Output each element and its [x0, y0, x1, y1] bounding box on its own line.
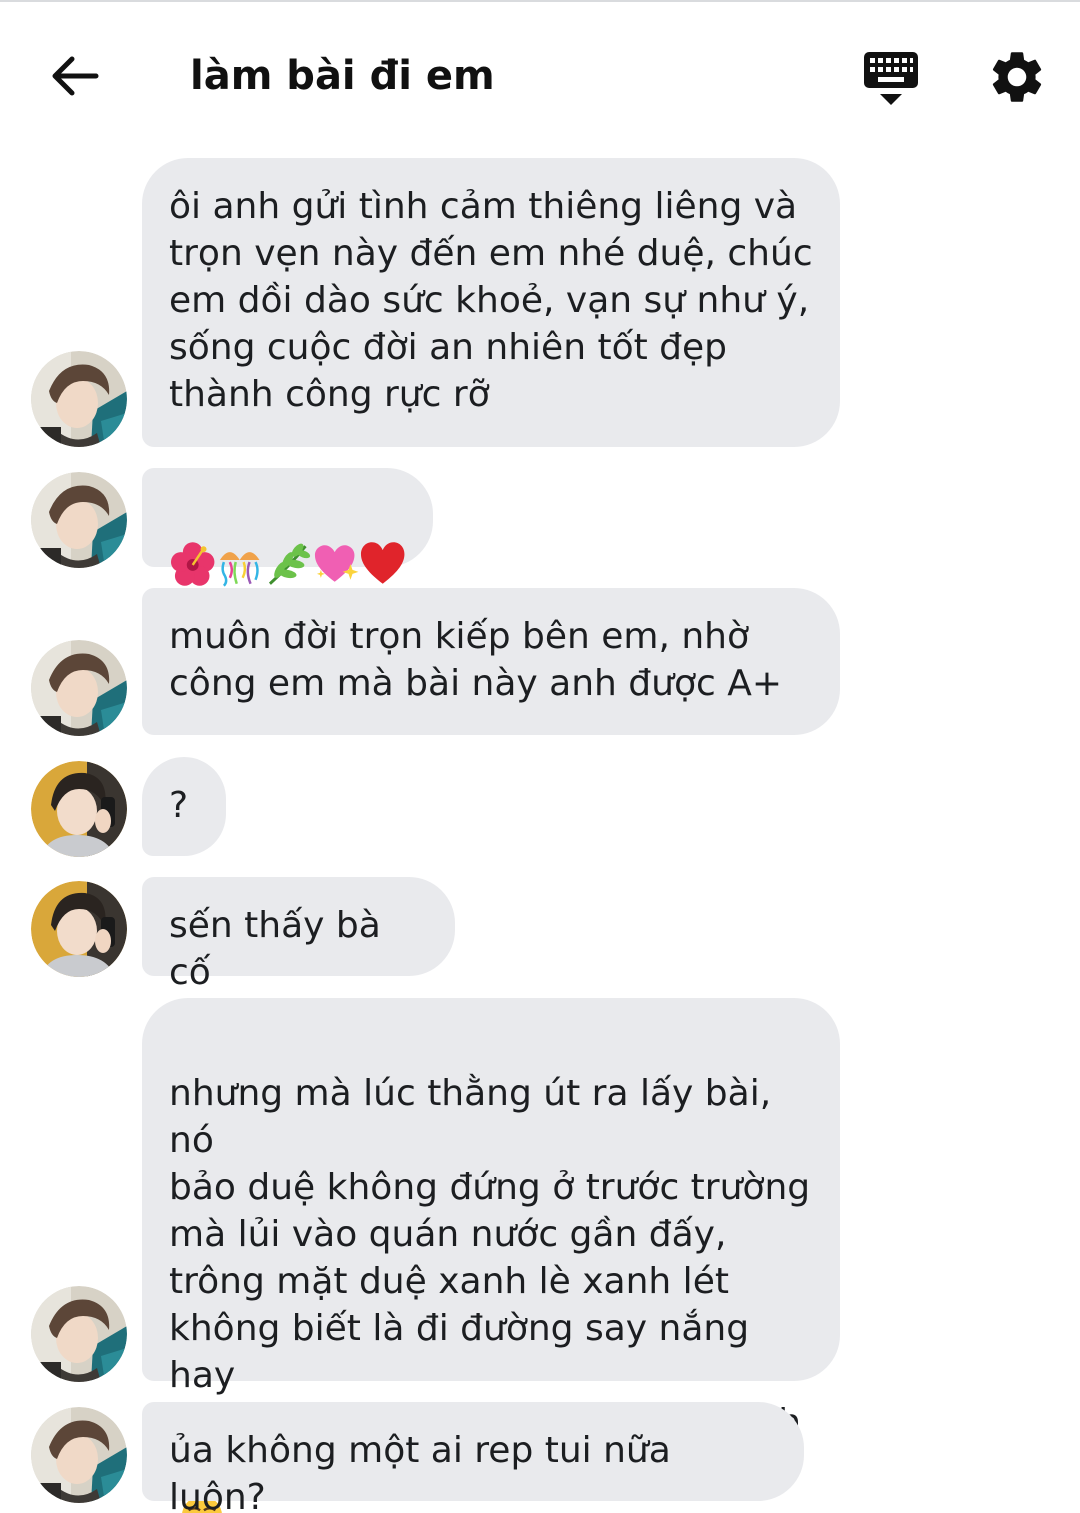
avatar-image: [31, 761, 127, 857]
chat-header: làm bài đi em: [0, 2, 1080, 142]
sender-avatar[interactable]: [31, 351, 127, 447]
sender-avatar[interactable]: [31, 472, 127, 568]
gear-icon: [992, 52, 1042, 102]
red-heart-emoji: [360, 541, 405, 584]
message-bubble[interactable]: ủa không một ai rep tui nữa luôn?: [142, 1402, 804, 1513]
sender-avatar[interactable]: [31, 640, 127, 736]
sender-avatar[interactable]: [31, 761, 127, 857]
avatar-image: [31, 351, 127, 447]
settings-button[interactable]: [986, 46, 1048, 108]
message-bubble[interactable]: nhưng mà lúc thằng út ra lấy bài, nó bảo…: [142, 998, 840, 1513]
herb-emoji: [268, 543, 310, 585]
sender-avatar[interactable]: [31, 881, 127, 977]
avatar-image: [31, 1286, 127, 1382]
keyboard-button[interactable]: [858, 48, 924, 110]
arrow-back-icon: [52, 56, 99, 96]
emoji-row: [169, 540, 406, 587]
sparkling-heart-emoji: [315, 544, 359, 582]
back-button[interactable]: [44, 46, 104, 106]
avatar-image: [31, 1407, 127, 1503]
sender-avatar[interactable]: [31, 1407, 127, 1503]
conversation-title: làm bài đi em: [190, 53, 495, 99]
message-bubble[interactable]: ?: [142, 757, 226, 856]
keyboard-hide-icon: [864, 52, 918, 105]
message-bubble[interactable]: muôn đời trọn kiếp bên em, nhờ công em m…: [142, 588, 840, 735]
message-bubble[interactable]: sến thấy bà cố: [142, 877, 455, 993]
sender-avatar[interactable]: [31, 1286, 127, 1382]
hibiscus-emoji: [170, 541, 215, 586]
jellyfish-confetti-emoji: [220, 551, 260, 587]
emoji-message-bubble[interactable]: [142, 468, 433, 587]
chat-screen: làm bài đi em ôi anh gửi tình cảm thiêng…: [0, 0, 1080, 1513]
message-bubble[interactable]: ôi anh gửi tình cảm thiêng liêng và trọn…: [142, 158, 840, 447]
avatar-image: [31, 881, 127, 977]
avatar-image: [31, 640, 127, 736]
avatar-image: [31, 472, 127, 568]
